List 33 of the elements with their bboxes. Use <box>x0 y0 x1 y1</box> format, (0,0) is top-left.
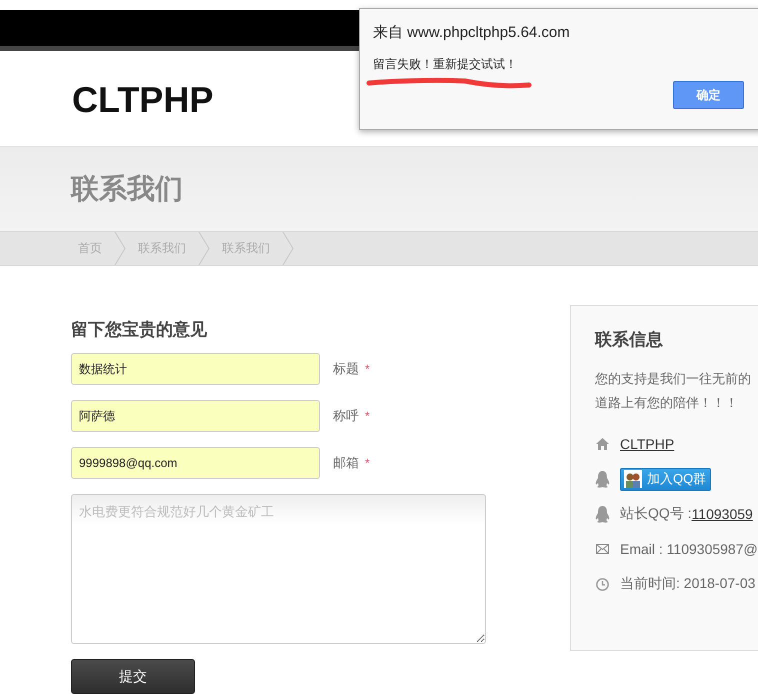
required-mark: * <box>365 409 370 423</box>
home-icon <box>595 438 610 450</box>
time-text: 当前时间: 2018-07-03 <box>620 575 756 593</box>
input-field[interactable]: 9999898@qq.com <box>71 447 320 479</box>
logo[interactable]: CLTPHP <box>72 78 214 120</box>
chevron-icon <box>282 232 294 265</box>
form-heading: 留下您宝贵的意见 <box>71 319 208 341</box>
panel-heading: 联系信息 <box>595 329 664 351</box>
email-text: Email : 1109305987@ <box>620 541 758 557</box>
intro-text: 道路上有您的陪伴！！！ <box>595 394 739 412</box>
input-field[interactable]: 数据统计 <box>71 353 320 385</box>
field-label: 邮箱 <box>333 454 359 472</box>
required-mark: * <box>365 456 370 470</box>
site-link[interactable]: CLTPHP <box>620 436 674 452</box>
people-icon <box>624 470 642 488</box>
dialog-title: 来自 www.phpcltphp5.64.com <box>373 23 571 42</box>
input-field[interactable]: 阿萨德 <box>71 400 320 432</box>
qq-label: 站长QQ号 : <box>620 505 692 523</box>
penguin-icon <box>595 506 610 522</box>
dialog-message: 留言失败！重新提交试试！ <box>373 56 518 73</box>
message-field[interactable]: 水电费更符合规范好几个黄金矿工 <box>71 494 486 644</box>
required-mark: * <box>365 362 370 376</box>
clock-icon <box>595 578 610 590</box>
intro-text: 您的支持是我们一往无前的 <box>595 370 752 388</box>
field-label: 标题 <box>333 360 359 378</box>
page-title: 联系我们 <box>71 172 183 206</box>
field-label: 称呼 <box>333 407 359 425</box>
submit-button[interactable]: 提交 <box>71 659 195 694</box>
qq-link[interactable]: 11093059 <box>692 506 753 522</box>
chevron-icon <box>114 232 126 265</box>
envelope-icon <box>595 544 610 554</box>
chevron-icon <box>198 232 210 265</box>
penguin-icon <box>595 470 610 488</box>
